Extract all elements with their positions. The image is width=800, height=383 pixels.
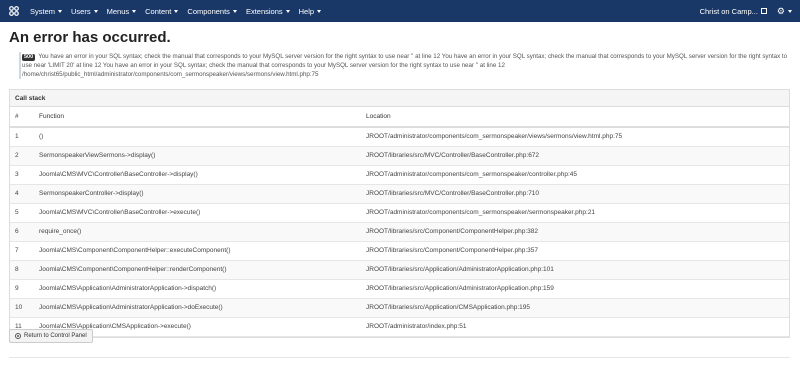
column-header-location: Location [361, 107, 789, 128]
row-number: 4 [10, 184, 34, 204]
table-row: 6 require_once() JROOT/libraries/src/Compo… [10, 222, 789, 242]
table-row: 7 Joomla\CMS\Component\ComponentHelper::e… [10, 241, 789, 261]
row-location: JROOT/libraries/src/Application/Administ… [361, 260, 789, 280]
menu-users[interactable]: Users [71, 7, 98, 16]
caret-down-icon [93, 9, 98, 13]
error-code-badge: 500 [22, 54, 36, 61]
error-message: You have an error in your SQL syntax; ch… [22, 53, 788, 69]
menu-help[interactable]: Help [298, 6, 322, 16]
table-header-row: # Function Location [10, 107, 789, 128]
row-location: JROOT/administrator/components/com_sermo… [361, 165, 789, 185]
row-function: Joomla\CMS\Component\ComponentHelper::re… [34, 260, 361, 280]
row-function: SermonspeakerViewSermons->display() [34, 146, 361, 166]
row-location: JROOT/libraries/src/Component/ComponentH… [361, 222, 789, 242]
gear-icon: ⚙ [776, 5, 785, 16]
row-number: 5 [10, 203, 34, 223]
return-to-control-panel-button[interactable]: Return to Control Panel [9, 329, 93, 343]
row-location: JROOT/libraries/src/Component/ComponentH… [361, 241, 789, 261]
call-stack-title: Call stack [10, 90, 789, 107]
row-location: JROOT/administrator/index.php:51 [361, 317, 789, 337]
row-function: Joomla\CMS\Component\ComponentHelper::ex… [34, 241, 361, 261]
row-function: Joomla\CMS\MVC\Controller\BaseController… [34, 165, 361, 185]
table-row: 3 Joomla\CMS\MVC\Controller\BaseControlle… [10, 165, 789, 185]
dashboard-icon [15, 333, 21, 339]
table-row: 11 Joomla\CMS\Application\CMSApplication-… [10, 317, 789, 337]
menu-label: Content [145, 6, 172, 16]
caret-down-icon [788, 9, 792, 13]
row-number: 10 [10, 298, 34, 318]
row-function: Joomla\CMS\MVC\Controller\BaseController… [34, 203, 361, 223]
table-row: 10 Joomla\CMS\Application\AdministratorAp… [10, 298, 789, 318]
external-link-icon [760, 8, 767, 14]
row-number: 3 [10, 165, 34, 185]
menu-components[interactable]: Components [187, 7, 237, 16]
row-location: JROOT/libraries/src/Application/CMSAppli… [361, 298, 789, 318]
row-location: JROOT/administrator/components/com_sermo… [361, 127, 789, 147]
table-row: 1() JROOT/administrator/components/com_se… [10, 127, 789, 147]
table-row: 9 Joomla\CMS\Application\AdministratorApp… [10, 279, 789, 299]
row-location: JROOT/libraries/src/MVC/Controller/BaseC… [361, 146, 789, 166]
menu-system[interactable]: System [30, 6, 63, 16]
caret-down-icon [174, 9, 179, 13]
row-function: Joomla\CMS\Application\AdministratorAppl… [34, 279, 361, 299]
site-link[interactable]: Christ on Camp... [700, 7, 767, 16]
table-row: 4 SermonspeakerController->display() JROOT… [10, 184, 789, 204]
column-header-number: # [10, 107, 34, 128]
row-number: 2 [10, 146, 34, 166]
caret-down-icon [132, 9, 137, 13]
menu-label: Help [298, 6, 315, 16]
site-link-label: Christ on Camp... [699, 6, 758, 16]
call-stack-panel: Call stack # Function Location 1() JROOT/… [9, 89, 790, 338]
row-function: () [34, 127, 361, 147]
row-number: 8 [10, 260, 34, 280]
caret-down-icon [58, 9, 63, 13]
call-stack-table: # Function Location 1() JROOT/administrat… [10, 107, 789, 337]
row-number: 9 [10, 279, 34, 299]
row-function: Joomla\CMS\Application\AdministratorAppl… [34, 298, 361, 318]
caret-down-icon [317, 9, 322, 13]
row-number: 7 [10, 241, 34, 261]
caret-down-icon [285, 9, 290, 13]
table-row: 5 Joomla\CMS\MVC\Controller\BaseControlle… [10, 203, 789, 223]
row-location: JROOT/libraries/src/Application/Administ… [361, 279, 789, 299]
table-row: 8 Joomla\CMS\Component\ComponentHelper::r… [10, 260, 789, 280]
caret-down-icon [232, 9, 237, 13]
top-right-controls: Christ on Camp... ⚙ [690, 0, 792, 22]
menu-menus[interactable]: Menus [107, 7, 137, 16]
row-location: JROOT/administrator/components/com_sermo… [361, 203, 789, 223]
column-header-function: Function [34, 107, 361, 128]
return-button-label: Return to Control Panel [24, 333, 87, 339]
joomla-logo-icon[interactable] [8, 5, 20, 17]
row-function: SermonspeakerController->display() [34, 184, 361, 204]
page-title: An error has occurred. [9, 29, 171, 46]
menu-content[interactable]: Content [145, 6, 179, 16]
row-number: 1 [10, 127, 34, 147]
menu-label: Extensions [245, 6, 283, 16]
error-file-path: /home/christ65/public_html/administrator… [22, 71, 319, 78]
row-location: JROOT/libraries/src/MVC/Controller/BaseC… [361, 184, 789, 204]
row-function: require_once() [34, 222, 361, 242]
menu-label: Menus [106, 6, 130, 16]
menu-label: System [30, 6, 56, 16]
main-menu: System Users Menus Content Components Ex… [30, 0, 330, 22]
menu-extensions[interactable]: Extensions [246, 7, 290, 16]
error-message-block: 500 You have an error in your SQL syntax;… [19, 52, 791, 79]
menu-label: Components [187, 6, 230, 16]
row-number: 6 [10, 222, 34, 242]
menu-label: Users [71, 6, 91, 16]
user-settings-menu[interactable]: ⚙ [777, 6, 792, 17]
divider [9, 357, 790, 358]
top-navbar: System Users Menus Content Components Ex… [0, 0, 800, 22]
table-row: 2 SermonspeakerViewSermons->display() JROO… [10, 146, 789, 166]
